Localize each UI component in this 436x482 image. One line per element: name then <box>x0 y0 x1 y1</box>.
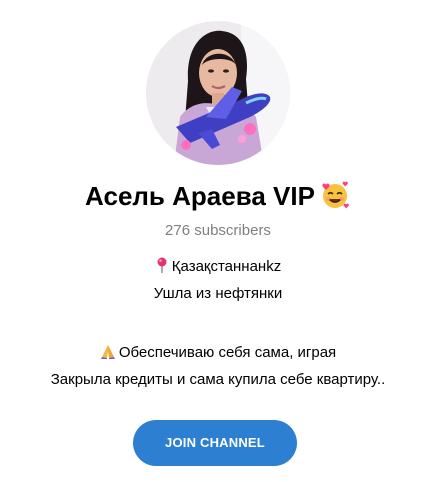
description-line-3-text: Обеспечиваю себя сама, играя <box>118 344 337 361</box>
description-line-1-text: Қазақстаннанkz <box>171 258 282 275</box>
channel-title-row: Асель Араева VIP <box>0 178 436 214</box>
smiling-face-with-hearts-icon <box>322 181 349 209</box>
description-line-3: Обеспечиваю себя сама, играя <box>0 342 436 364</box>
folded-hands-icon <box>100 345 115 359</box>
join-channel-button[interactable]: JOIN CHANNEL <box>133 420 297 466</box>
description-line-4: Закрыла кредиты и сама купила себе кварт… <box>50 371 386 388</box>
round-pushpin-icon <box>157 257 167 273</box>
description-line-1: Қазақстаннанkz <box>0 256 436 278</box>
channel-avatar <box>146 21 290 165</box>
channel-title: Асель Араева VIP <box>85 181 315 211</box>
description-line-2: Ушла из нефтянки <box>153 285 283 302</box>
avatar-photo-icon <box>146 21 290 165</box>
channel-preview-page: Асель Араева VIP 276 subscribers Қазақст… <box>0 0 436 482</box>
subscriber-count: 276 subscribers <box>165 222 271 239</box>
